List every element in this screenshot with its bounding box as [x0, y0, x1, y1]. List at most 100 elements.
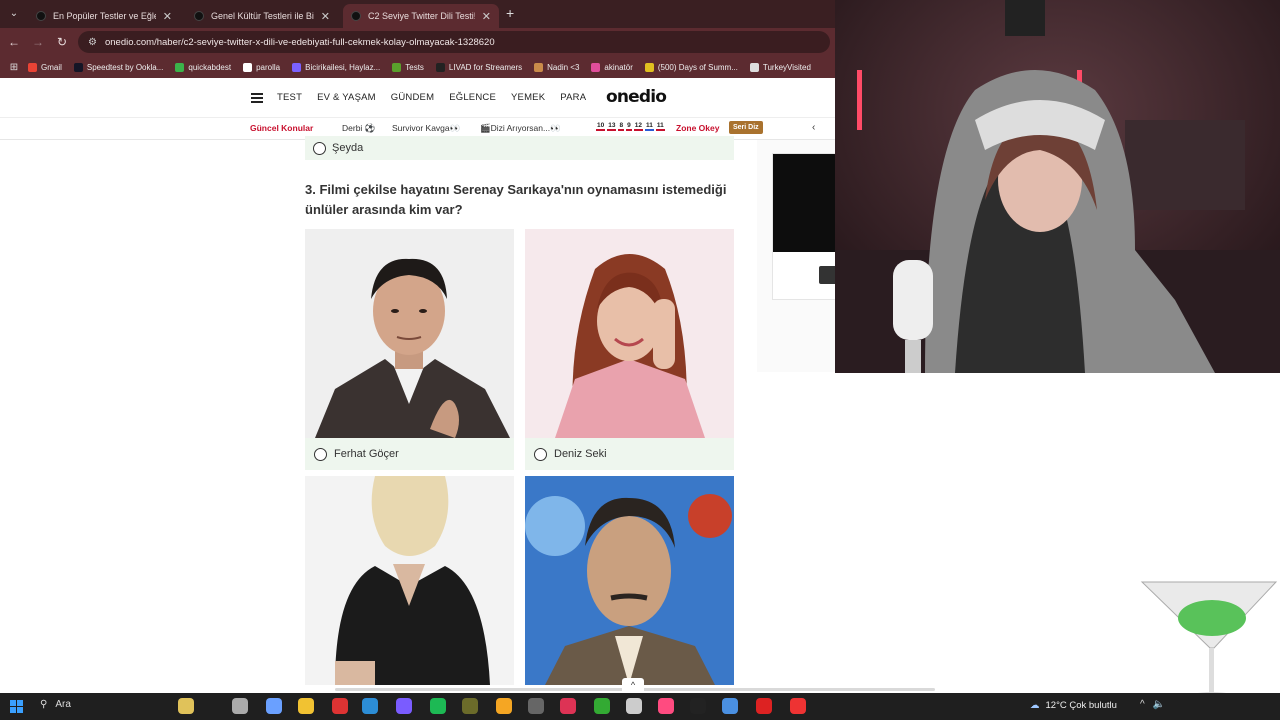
- taskbar-app-icon[interactable]: [332, 698, 348, 714]
- bookmark-item[interactable]: Gmail: [28, 62, 62, 72]
- reload-icon[interactable]: ↻: [54, 34, 70, 50]
- topic-survivor[interactable]: Survivor Kavga👀: [392, 123, 460, 134]
- taskbar-app-icon[interactable]: [626, 698, 642, 714]
- ad-video[interactable]: [773, 154, 836, 252]
- volume-icon[interactable]: 🔈: [1153, 699, 1165, 710]
- taskbar-app-icon[interactable]: [362, 698, 378, 714]
- seri-diz-badge[interactable]: Seri Diz: [729, 121, 763, 134]
- topic-zone-okey[interactable]: Zone Okey: [676, 123, 719, 133]
- taskbar-app-icon[interactable]: [298, 698, 314, 714]
- topic-derbi[interactable]: Derbi ⚽: [342, 123, 375, 134]
- sidebar-video-ad[interactable]: [772, 153, 837, 300]
- taskbar-app-icon[interactable]: [528, 698, 544, 714]
- search-icon: ⚲: [40, 699, 48, 710]
- celebrity-photo[interactable]: [305, 476, 514, 685]
- lotto-number: 11: [655, 122, 665, 131]
- bookmark-label: Bicirikailesi, Haylaz...: [305, 62, 381, 72]
- lotto-number: 8: [618, 122, 625, 131]
- celebrity-photo[interactable]: [525, 476, 734, 685]
- new-tab-icon[interactable]: +: [506, 6, 514, 20]
- taskbar-app-icon[interactable]: [266, 698, 282, 714]
- topic-dizi[interactable]: 🎬Dizi Arıyorsan...👀: [480, 123, 561, 134]
- bookmark-item[interactable]: quickabdest: [175, 62, 231, 72]
- bookmark-label: Tests: [405, 62, 424, 72]
- celebrity-photo[interactable]: [525, 229, 734, 438]
- taskbar-app-icon[interactable]: [722, 698, 738, 714]
- bookmark-item[interactable]: (500) Days of Summ...: [644, 62, 738, 72]
- close-tab-icon[interactable]: ✕: [482, 10, 491, 23]
- tab-favicon-icon: [36, 11, 46, 21]
- taskbar-app-icon[interactable]: [462, 698, 478, 714]
- taskbar-app-icon[interactable]: [756, 698, 772, 714]
- radio-button[interactable]: [314, 447, 327, 461]
- tab-title: C2 Seviye Twitter Dili Testi! - Or: [368, 11, 475, 21]
- close-tab-icon[interactable]: ✕: [163, 10, 172, 23]
- bookmark-item[interactable]: akinatör: [591, 62, 633, 72]
- taskbar-app-icon[interactable]: [232, 698, 248, 714]
- bookmark-favicon-icon: [534, 62, 544, 72]
- nav-link-yemek[interactable]: YEMEK: [511, 92, 545, 103]
- bookmark-item[interactable]: TurkeyVisited: [749, 62, 811, 72]
- bookmark-label: Gmail: [41, 62, 62, 72]
- taskbar-app-icon[interactable]: [594, 698, 610, 714]
- previous-answer-option[interactable]: Şeyda: [305, 136, 734, 160]
- bookmark-label: Nadin <3: [547, 62, 580, 72]
- bookmark-label: LIVAD for Streamers: [448, 62, 523, 72]
- bookmark-item[interactable]: Tests: [392, 62, 424, 72]
- address-bar[interactable]: ⚙ onedio.com/haber/c2-seviye-twitter-x-d…: [78, 31, 830, 53]
- taskbar-app-icon[interactable]: [790, 698, 806, 714]
- hamburger-menu-icon[interactable]: [251, 93, 263, 103]
- scroll-up-chevron-icon[interactable]: ^: [622, 678, 644, 692]
- apps-grid-icon[interactable]: ⊞: [0, 62, 28, 73]
- nav-link-para[interactable]: PARA: [560, 92, 586, 103]
- bookmark-item[interactable]: LIVAD for Streamers: [435, 62, 523, 72]
- system-tray: ^ 🔈: [1140, 699, 1165, 710]
- onedio-logo[interactable]: onedio: [606, 87, 667, 107]
- taskbar-app-icon[interactable]: [496, 698, 512, 714]
- taskbar-app-icon[interactable]: [560, 698, 576, 714]
- nav-link-test[interactable]: TEST: [277, 92, 302, 103]
- windows-start-icon[interactable]: [10, 700, 23, 713]
- bookmark-item[interactable]: Nadin <3: [534, 62, 580, 72]
- bookmark-favicon-icon: [292, 62, 302, 72]
- bookmark-label: Speedtest by Ookla...: [86, 62, 164, 72]
- tab-title: En Popüler Testler ve Eğlenceli İ: [53, 11, 156, 21]
- lotto-number: 9: [626, 122, 632, 131]
- bookmark-label: (500) Days of Summ...: [657, 62, 738, 72]
- bookmark-item[interactable]: Bicirikailesi, Haylaz...: [292, 62, 381, 72]
- taskbar-search[interactable]: ⚲ Ara: [40, 699, 71, 710]
- weather-widget[interactable]: ☁ 12°C Çok bulutlu: [1030, 700, 1117, 711]
- back-arrow-icon[interactable]: ←: [6, 34, 22, 50]
- nav-link-eglence[interactable]: EĞLENCE: [449, 92, 496, 103]
- tab-search-chevron-icon[interactable]: ⌄: [6, 6, 22, 22]
- topics-prev-chevron-icon[interactable]: ‹: [812, 122, 815, 133]
- nav-link-ev-yasam[interactable]: EV & YAŞAM: [317, 92, 376, 103]
- taskbar-app-icon[interactable]: [430, 698, 446, 714]
- close-tab-icon[interactable]: ✕: [321, 10, 330, 23]
- radio-button[interactable]: [313, 141, 326, 155]
- browser-toolbar: ← → ↻ ⚙ onedio.com/haber/c2-seviye-twitt…: [0, 28, 835, 56]
- nav-link-gundem[interactable]: GÜNDEM: [391, 92, 434, 103]
- taskbar-app-icon[interactable]: [178, 698, 194, 714]
- celebrity-photo[interactable]: [305, 229, 514, 438]
- tab-c2-seviye-active[interactable]: C2 Seviye Twitter Dili Testi! - Or ✕: [343, 4, 499, 28]
- tab-populer-testler[interactable]: En Popüler Testler ve Eğlenceli İ ✕: [28, 4, 180, 28]
- site-info-icon[interactable]: ⚙: [88, 37, 97, 48]
- option-label: Ferhat Göçer: [334, 448, 399, 460]
- answer-option[interactable]: Deniz Seki: [525, 438, 734, 470]
- bookmark-item[interactable]: parolla: [243, 62, 280, 72]
- weather-text: 12°C Çok bulutlu: [1045, 700, 1117, 711]
- taskbar-app-icon[interactable]: [658, 698, 674, 714]
- bookmark-favicon-icon: [435, 62, 445, 72]
- taskbar-app-icon[interactable]: [396, 698, 412, 714]
- bookmark-favicon-icon: [243, 62, 253, 72]
- bookmark-item[interactable]: Speedtest by Ookla...: [73, 62, 164, 72]
- tray-chevron-icon[interactable]: ^: [1140, 699, 1145, 710]
- radio-button[interactable]: [534, 447, 547, 461]
- lotto-numbers[interactable]: 10 13 8 9 12 11 11: [596, 122, 665, 131]
- taskbar-app-icon[interactable]: [690, 698, 706, 714]
- forward-arrow-icon[interactable]: →: [30, 34, 46, 50]
- tab-genel-kultur[interactable]: Genel Kültür Testleri ile Bilgini T ✕: [186, 4, 338, 28]
- answer-option[interactable]: Ferhat Göçer: [305, 438, 514, 470]
- lotto-number: 10: [596, 122, 606, 131]
